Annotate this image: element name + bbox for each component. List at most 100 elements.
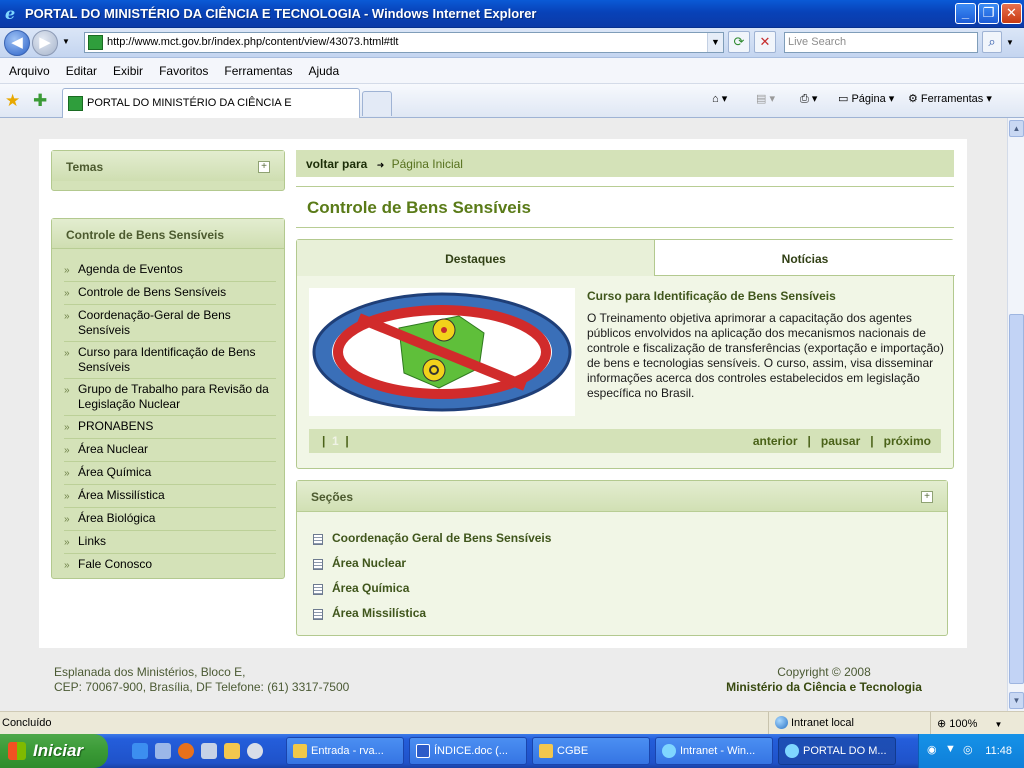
forward-button[interactable]: ▶ <box>32 30 58 56</box>
sidebar-item-grupo-trabalho[interactable]: » Grupo de Trabalho para Revisão da Legis… <box>64 379 276 416</box>
pager-controls: anterior | pausar | próximo <box>752 434 931 448</box>
tab-destaques[interactable]: Destaques <box>297 240 655 276</box>
feeds-icon[interactable]: ▤ ▾ <box>756 92 775 105</box>
scroll-up-icon[interactable]: ▲ <box>1009 120 1024 137</box>
address-toolbar: ◀ ▶ ▼ http://www.mct.gov.br/index.php/co… <box>0 28 1024 58</box>
windows-logo-icon <box>8 742 26 760</box>
menu-exibir[interactable]: Exibir <box>113 64 143 78</box>
prev-button[interactable]: anterior <box>753 434 798 448</box>
double-arrow-icon: » <box>64 422 70 433</box>
secoes-title: Seções <box>297 481 947 512</box>
volume-icon[interactable]: ◎ <box>963 743 973 756</box>
add-favorite-icon[interactable]: ✚ <box>33 91 47 111</box>
slideshow-pager: | 1 | anterior | pausar | próximo <box>309 429 941 453</box>
breadcrumb-home-link[interactable]: Página Inicial <box>392 157 463 171</box>
menu-ajuda[interactable]: Ajuda <box>308 64 339 78</box>
address-dropdown-icon[interactable]: ▼ <box>707 33 723 52</box>
sidebar-item-controle[interactable]: » Controle de Bens Sensíveis <box>64 282 276 305</box>
refresh-button[interactable]: ⟳ <box>728 31 750 53</box>
section-link-nuclear[interactable]: Área Nuclear <box>313 550 931 575</box>
double-arrow-icon: » <box>64 514 70 525</box>
zoom-dropdown-icon[interactable]: ▼ <box>994 720 1002 729</box>
scrollbar-thumb[interactable] <box>1009 314 1024 684</box>
tab-noticias[interactable]: Notícias <box>655 240 955 276</box>
arrow-right-icon: ➜ <box>376 160 385 170</box>
page-menu[interactable]: ▭ Página ▾ <box>838 92 894 106</box>
maximize-button[interactable]: ❐ <box>978 3 999 24</box>
menu-arquivo[interactable]: Arquivo <box>9 64 50 78</box>
document-icon <box>313 608 323 620</box>
back-button[interactable]: ◀ <box>4 30 30 56</box>
minimize-button[interactable]: _ <box>955 3 976 24</box>
sidebar-item-curso[interactable]: » Curso para Identificação de Bens Sensív… <box>64 342 276 379</box>
taskbar-item-indice[interactable]: ÍNDICE.doc (... <box>409 737 527 765</box>
menu-ferramentas[interactable]: Ferramentas <box>224 64 292 78</box>
favorites-star-icon[interactable]: ★ <box>5 91 20 111</box>
expand-plus-icon[interactable]: + <box>258 161 270 173</box>
menu-favoritos[interactable]: Favoritos <box>159 64 208 78</box>
current-page[interactable]: 1 <box>332 434 339 448</box>
taskbar-item-intranet[interactable]: Intranet - Win... <box>655 737 773 765</box>
home-icon[interactable]: ⌂ ▾ <box>712 92 727 105</box>
sidebar-item-missilistica[interactable]: » Área Missilística <box>64 485 276 508</box>
double-arrow-icon: » <box>64 311 70 322</box>
search-options-icon[interactable]: ▼ <box>1006 38 1014 47</box>
print-icon[interactable]: ⎙ ▾ <box>800 92 817 106</box>
taskbar-item-entrada[interactable]: Entrada - rva... <box>286 737 404 765</box>
address-input[interactable]: http://www.mct.gov.br/index.php/content/… <box>84 32 724 53</box>
sidebar-item-quimica[interactable]: » Área Química <box>64 462 276 485</box>
network-icon[interactable]: ◉ <box>927 743 937 756</box>
tools-menu[interactable]: ⚙ Ferramentas ▾ <box>908 92 992 106</box>
sidebar-item-agenda[interactable]: » Agenda de Eventos <box>64 259 276 282</box>
search-icon[interactable]: ⌕ <box>982 31 1002 53</box>
folder-icon <box>539 744 553 758</box>
sidebar-item-coordenacao[interactable]: » Coordenação-Geral de Bens Sensíveis <box>64 305 276 342</box>
tab-portal[interactable]: PORTAL DO MINISTÉRIO DA CIÊNCIA E TECNOL… <box>62 88 360 137</box>
antivirus-icon[interactable]: ▼ <box>945 743 956 755</box>
zoom-control[interactable]: ⊕ 100% ▼ <box>930 712 1024 734</box>
new-tab-button[interactable] <box>362 91 392 116</box>
vertical-scrollbar[interactable]: ▲ ▼ <box>1007 118 1024 711</box>
clock[interactable]: 11:48 <box>985 745 1012 757</box>
sidebar-item-links[interactable]: » Links <box>64 531 276 554</box>
page-title: Controle de Bens Sensíveis <box>296 186 954 228</box>
temas-title: Temas <box>52 151 284 181</box>
folder-quicklaunch-icon[interactable] <box>224 743 240 759</box>
ie-icon <box>785 744 799 758</box>
sidebar-item-fale-conosco[interactable]: » Fale Conosco <box>64 554 276 576</box>
section-link-quimica[interactable]: Área Química <box>313 575 931 600</box>
taskbar-item-cgbe[interactable]: CGBE <box>532 737 650 765</box>
search-input[interactable]: Live Search <box>784 32 978 53</box>
ie-quicklaunch-icon[interactable] <box>132 743 148 759</box>
security-zone[interactable]: Intranet local <box>768 712 928 734</box>
ie-logo-icon: e <box>5 3 16 23</box>
sidebar-item-nuclear[interactable]: » Área Nuclear <box>64 439 276 462</box>
pause-button[interactable]: pausar <box>821 434 860 448</box>
section-link-missilistica[interactable]: Área Missilística <box>313 600 931 625</box>
sidebar-item-biologica[interactable]: » Área Biológica <box>64 508 276 531</box>
start-button[interactable]: Iniciar <box>0 734 108 768</box>
media-quicklaunch-icon[interactable] <box>247 743 263 759</box>
sidebar-item-pronabens[interactable]: » PRONABENS <box>64 416 276 439</box>
menu-bar: Arquivo Editar Exibir Favoritos Ferramen… <box>0 58 1024 84</box>
next-button[interactable]: próximo <box>884 434 931 448</box>
firefox-quicklaunch-icon[interactable] <box>178 743 194 759</box>
scroll-down-icon[interactable]: ▼ <box>1009 692 1024 709</box>
breadcrumb-prefix: voltar para <box>306 157 368 171</box>
menu-editar[interactable]: Editar <box>66 64 97 78</box>
outlook-quicklaunch-icon[interactable] <box>155 743 171 759</box>
section-link-coordenacao[interactable]: Coordenação Geral de Bens Sensíveis <box>313 525 931 550</box>
article-title[interactable]: Curso para Identificação de Bens Sensíve… <box>587 289 947 303</box>
history-dropdown-icon[interactable]: ▼ <box>62 37 70 46</box>
gear-icon: ⚙ <box>908 93 921 105</box>
expand-plus-icon[interactable]: + <box>921 491 933 503</box>
taskbar-item-portal[interactable]: PORTAL DO M... <box>778 737 896 765</box>
window-title-bar[interactable]: e PORTAL DO MINISTÉRIO DA CIÊNCIA E TECN… <box>0 0 1024 28</box>
article-image[interactable] <box>309 288 575 416</box>
secoes-box: Seções + Coordenação Geral de Bens Sensí… <box>296 480 948 636</box>
close-button[interactable]: ✕ <box>1001 3 1022 24</box>
mail-quicklaunch-icon[interactable] <box>201 743 217 759</box>
stop-button[interactable]: ✕ <box>754 31 776 53</box>
document-icon <box>313 583 323 595</box>
window-title: PORTAL DO MINISTÉRIO DA CIÊNCIA E TECNOL… <box>25 6 537 21</box>
